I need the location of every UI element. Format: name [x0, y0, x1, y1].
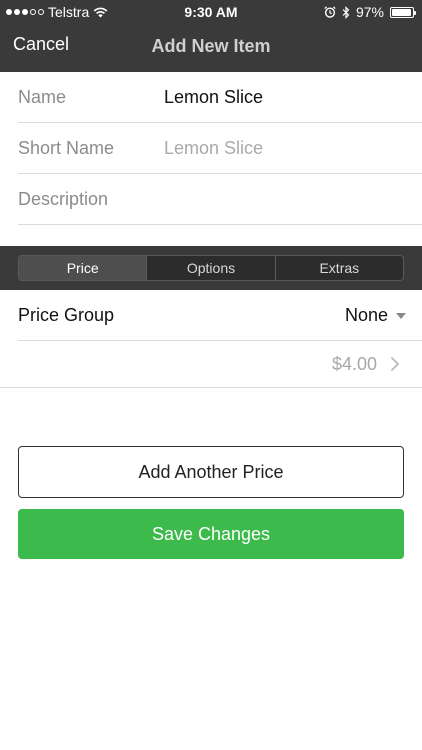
battery-percent: 97% — [355, 4, 384, 20]
description-label: Description — [18, 189, 109, 209]
top-bar: Telstra 9:30 AM 97% Cancel Add New Item — [0, 0, 422, 72]
page-title: Add New Item — [151, 36, 271, 56]
alarm-icon — [324, 6, 336, 18]
save-changes-button[interactable]: Save Changes — [18, 509, 404, 559]
short-name-label: Short Name — [18, 138, 115, 158]
chevron-right-icon — [391, 357, 399, 371]
price-group-select[interactable]: None — [345, 305, 406, 326]
battery-fill — [392, 8, 412, 16]
tab-segmented-control: Price Options Extras — [18, 255, 404, 281]
price-amount: $4.00 — [331, 354, 377, 374]
status-right: 97% — [324, 4, 416, 20]
price-group-row: Price Group None — [18, 290, 422, 341]
short-name-field[interactable]: Short Name Lemon Slice — [18, 123, 422, 174]
tab-extras[interactable]: Extras — [274, 256, 403, 280]
add-another-price-button[interactable]: Add Another Price — [18, 446, 404, 498]
short-name-input[interactable]: Lemon Slice — [164, 138, 263, 159]
name-label: Name — [18, 87, 67, 107]
status-bar: Telstra 9:30 AM 97% — [0, 0, 422, 24]
segment-bar: Price Options Extras — [0, 246, 422, 290]
price-row[interactable]: $4.00 — [0, 341, 422, 388]
tab-options[interactable]: Options — [146, 256, 275, 280]
bluetooth-icon — [342, 5, 350, 19]
price-group-value: None — [344, 305, 388, 325]
name-field[interactable]: Name Lemon Slice — [18, 72, 422, 123]
caret-down-icon — [396, 312, 406, 319]
price-group-label: Price Group — [18, 305, 115, 325]
tab-price[interactable]: Price — [19, 256, 147, 280]
battery-icon — [390, 6, 416, 18]
description-field[interactable]: Description — [18, 174, 422, 225]
name-input[interactable]: Lemon Slice — [164, 87, 263, 108]
navigation-bar: Cancel Add New Item — [0, 24, 422, 70]
